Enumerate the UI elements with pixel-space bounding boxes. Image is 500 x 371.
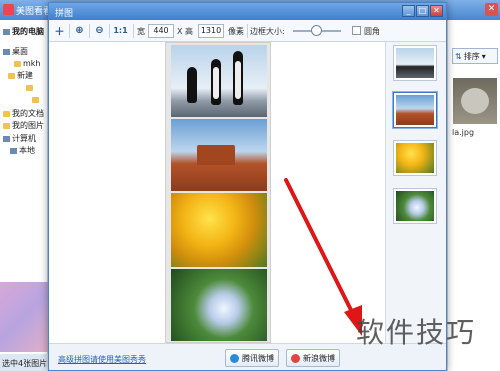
- arrow-line: [284, 178, 356, 318]
- watermark-text: 软件技巧: [356, 316, 477, 349]
